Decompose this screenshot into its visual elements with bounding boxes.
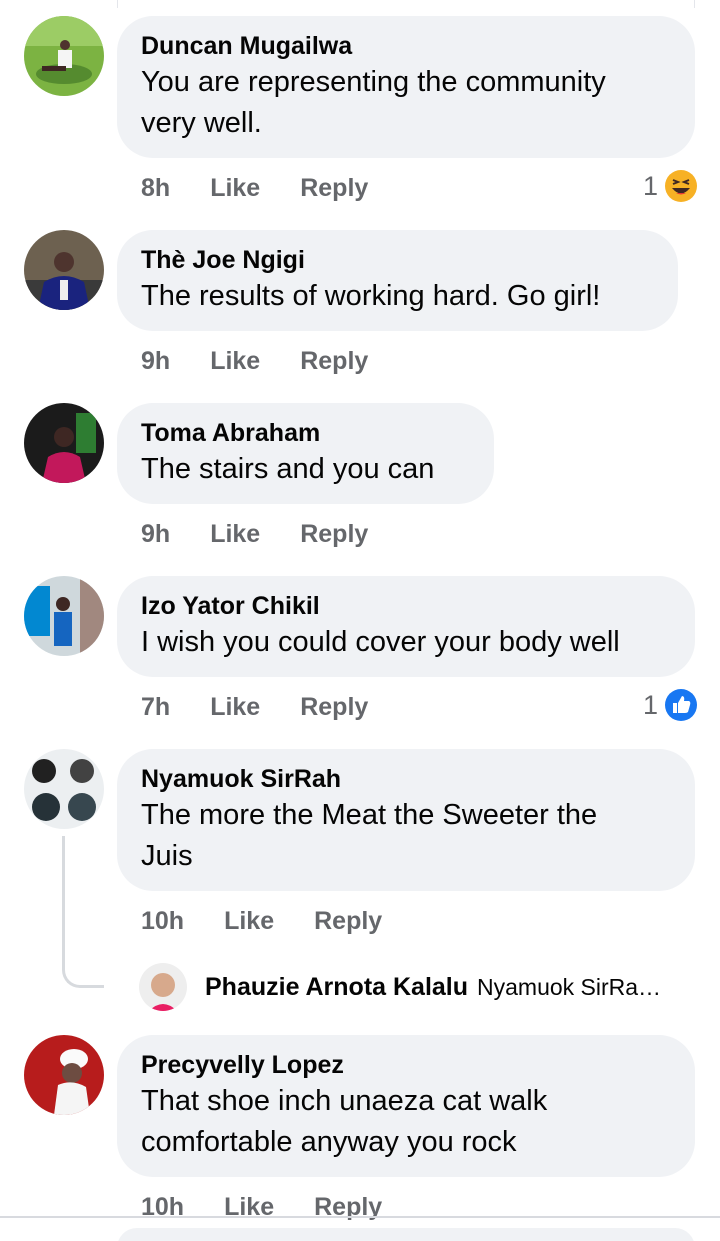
like-button[interactable]: Like [210, 693, 260, 722]
comment-actions: 7h Like Reply [141, 687, 368, 727]
comment-text-line: I wish you could cover your body well [141, 626, 620, 658]
comment-time[interactable]: 9h [141, 347, 170, 376]
haha-icon [664, 169, 698, 203]
reaction-count: 1 [642, 689, 658, 720]
avatar[interactable] [24, 230, 104, 310]
comment-time[interactable]: 8h [141, 174, 170, 203]
reaction-count: 1 [642, 170, 658, 201]
comment-text-line: You are representing the community [141, 66, 606, 98]
comment-time[interactable]: 10h [141, 907, 184, 936]
comment-time[interactable]: 9h [141, 520, 170, 549]
reply-preview[interactable]: Phauzie Arnota Kalalu Nyamuok SirRa… [139, 962, 661, 1012]
reply-thread-line [62, 836, 104, 988]
like-button[interactable]: Like [210, 347, 260, 376]
like-button[interactable]: Like [210, 520, 260, 549]
comment-text-line: very well. [141, 107, 262, 139]
comment-author[interactable]: Thè Joe Ngigi [141, 244, 654, 276]
reaction-summary[interactable]: 1 [643, 166, 698, 206]
comment-bubble: Nyamuok SirRah The more the Meat the Swe… [117, 749, 695, 891]
comment-author[interactable]: Precyvelly Lopez [141, 1049, 671, 1081]
comment-actions: 8h Like Reply [141, 168, 368, 208]
comment-text-line: That shoe inch unaeza cat walk [141, 1085, 548, 1117]
comment-text-line: The stairs and you can [141, 453, 435, 485]
comment-bubble: Precyvelly Lopez That shoe inch unaeza c… [117, 1035, 695, 1177]
comment-actions: 10h Like Reply [141, 1187, 382, 1227]
reaction-summary[interactable]: 1 [643, 685, 698, 725]
avatar[interactable] [24, 1035, 104, 1115]
comment-text-line: Juis [141, 840, 193, 872]
frame-line [694, 0, 695, 8]
comment-bubble: Thè Joe Ngigi The results of working har… [117, 230, 678, 331]
frame-line [117, 0, 118, 8]
comment-time[interactable]: 7h [141, 693, 170, 722]
comment-bubble: Toma Abraham The stairs and you can [117, 403, 494, 504]
comment-author[interactable]: Duncan Mugailwa [141, 30, 671, 62]
comment-actions: 9h Like Reply [141, 341, 368, 381]
avatar[interactable] [24, 576, 104, 656]
comment-author[interactable]: Izo Yator Chikil [141, 590, 671, 622]
avatar[interactable] [24, 403, 104, 483]
comment-author[interactable]: Toma Abraham [141, 417, 470, 449]
reply-button[interactable]: Reply [300, 174, 368, 203]
comment-actions: 10h Like Reply [141, 901, 382, 941]
like-icon [664, 688, 698, 722]
comment-text-line: The more the Meat the Sweeter the [141, 799, 598, 831]
avatar[interactable] [24, 749, 104, 829]
reply-author[interactable]: Phauzie Arnota Kalalu [205, 973, 468, 1002]
comment-text-line: The results of working hard. Go girl! [141, 280, 601, 312]
comment-bubble: Duncan Mugailwa You are representing the… [117, 16, 695, 158]
comment-author[interactable]: Nyamuok SirRah [141, 763, 671, 795]
comments-page: Duncan Mugailwa You are representing the… [0, 0, 720, 1241]
reply-button[interactable]: Reply [300, 520, 368, 549]
comment-text-line: comfortable anyway you rock [141, 1126, 517, 1158]
comment-actions: 9h Like Reply [141, 514, 368, 554]
reply-button[interactable]: Reply [314, 907, 382, 936]
reply-button[interactable]: Reply [300, 693, 368, 722]
reply-snippet: Nyamuok SirRa… [477, 973, 662, 1000]
like-button[interactable]: Like [224, 907, 274, 936]
like-button[interactable]: Like [210, 174, 260, 203]
avatar[interactable] [139, 963, 187, 1011]
comment-bubble: Izo Yator Chikil I wish you could cover … [117, 576, 695, 677]
divider [0, 1216, 720, 1218]
avatar[interactable] [24, 16, 104, 96]
comment-bubble [117, 1228, 695, 1241]
reply-button[interactable]: Reply [300, 347, 368, 376]
